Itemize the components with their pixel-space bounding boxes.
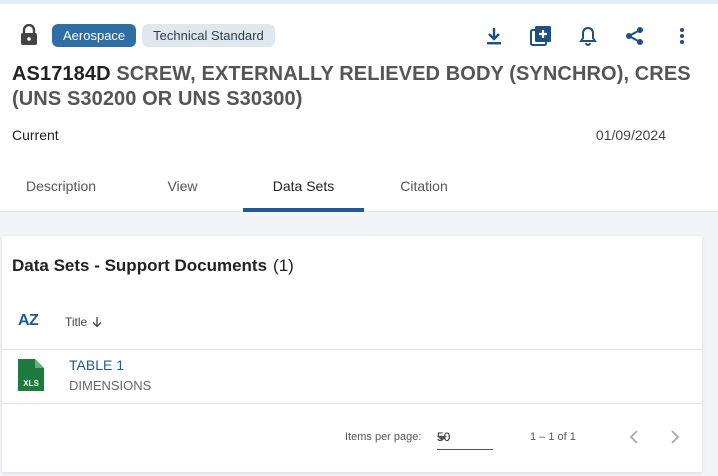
section-title: Data Sets - Support Documents (1) [12, 256, 294, 276]
chevron-right-icon [671, 430, 680, 444]
tab-citation[interactable]: Citation [364, 166, 484, 212]
arrow-down-icon [92, 317, 102, 328]
more-vertical-icon[interactable] [670, 24, 694, 48]
add-to-library-icon[interactable] [529, 24, 553, 48]
previous-page-button[interactable] [621, 424, 647, 450]
publish-date: 01/09/2024 [595, 127, 666, 143]
header-actions [459, 24, 694, 48]
items-per-page-select[interactable]: 50 [437, 426, 493, 450]
document-code: AS17184D [12, 63, 111, 85]
document-header: Aerospace Technical Standard AS17184D SC… [0, 4, 718, 212]
tab-bar: Description View Data Sets Citation [0, 166, 718, 212]
page-range: 1 – 1 of 1 [530, 431, 576, 443]
dataset-title[interactable]: TABLE 1 [69, 357, 124, 373]
tab-description[interactable]: Description [0, 166, 122, 212]
sort-row: AZ Title [2, 296, 702, 350]
tab-data-sets[interactable]: Data Sets [243, 166, 364, 212]
tab-view[interactable]: View [122, 166, 243, 212]
next-page-button[interactable] [662, 424, 688, 450]
xls-file-type: XLS [23, 379, 39, 388]
section-title-text: Data Sets - Support Documents [12, 256, 268, 275]
sort-az-icon[interactable]: AZ [18, 312, 39, 330]
xls-file-icon: XLS [18, 359, 44, 391]
dataset-subtitle: DIMENSIONS [69, 378, 152, 393]
status-text: Current [12, 127, 59, 143]
section-count: (1) [273, 256, 294, 275]
sort-title-button[interactable]: Title [65, 315, 102, 329]
badge-aerospace[interactable]: Aerospace [52, 23, 137, 47]
lock-icon [20, 24, 38, 46]
sort-title-label: Title [65, 315, 88, 329]
badge-technical-standard[interactable]: Technical Standard [142, 23, 275, 47]
share-icon[interactable] [623, 24, 647, 48]
document-name: SCREW, EXTERNALLY RELIEVED BODY (SYNCHRO… [12, 63, 691, 110]
list-item[interactable]: XLS TABLE 1 DIMENSIONS [2, 350, 702, 404]
datasets-panel: Data Sets - Support Documents (1) AZ Titl… [2, 236, 702, 472]
paginator: Items per page: 50 1 – 1 of 1 [2, 404, 702, 472]
caret-down-icon [437, 436, 447, 441]
items-per-page-label: Items per page: [345, 431, 422, 443]
document-title: AS17184D SCREW, EXTERNALLY RELIEVED BODY… [12, 62, 702, 112]
bell-icon[interactable] [576, 24, 600, 48]
chevron-left-icon [629, 430, 638, 444]
badge-row: Aerospace Technical Standard [20, 23, 281, 47]
download-icon[interactable] [482, 24, 506, 48]
